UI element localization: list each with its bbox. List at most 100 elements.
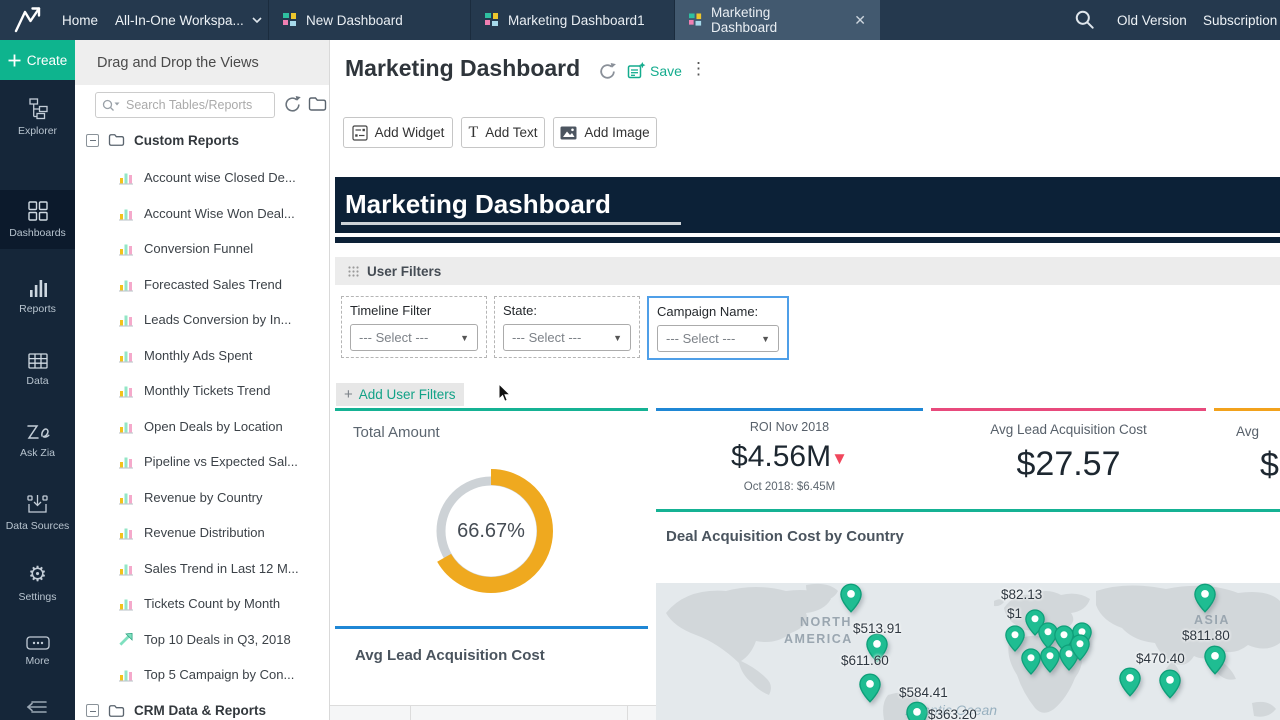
campaign-filter-select[interactable]: --- Select ---▼	[657, 325, 779, 352]
filter-timeline: Timeline Filter --- Select ---▼	[341, 296, 487, 358]
map-pin[interactable]	[1021, 648, 1041, 675]
widget-grid-strip	[330, 705, 656, 720]
tree-item-report[interactable]: Sales Trend in Last 12 M...	[75, 551, 329, 587]
kpi-previous: Oct 2018: $6.45M	[656, 481, 923, 493]
chevron-down-icon: ▼	[460, 333, 469, 343]
banner-strip	[335, 237, 1280, 243]
map-pin[interactable]	[1194, 583, 1216, 613]
roi-kpi-widget[interactable]: ROI Nov 2018 $4.56M▼ Oct 2018: $6.45M	[656, 420, 923, 493]
map-pin[interactable]	[1204, 645, 1226, 675]
collapse-sidebar-icon[interactable]	[26, 698, 48, 720]
map-pin[interactable]	[1119, 667, 1141, 697]
add-user-filters-button[interactable]: + Add User Filters	[336, 383, 464, 406]
tree-item-report[interactable]: Monthly Tickets Trend	[75, 373, 329, 409]
map-pin[interactable]	[1040, 646, 1060, 673]
bar-chart-icon	[118, 667, 134, 682]
old-version-link[interactable]: Old Version	[1117, 0, 1187, 40]
avg-lead-kpi-widget[interactable]: Avg Lead Acquisition Cost $27.57	[931, 422, 1206, 484]
widget-accent-teal	[335, 408, 648, 411]
bar-chart-icon	[118, 277, 134, 292]
map-pin[interactable]	[906, 701, 928, 720]
folder-icon	[108, 133, 125, 147]
tree-item-report[interactable]: Top 10 Deals in Q3, 2018	[75, 622, 329, 658]
tree-item-report[interactable]: Revenue by Country	[75, 480, 329, 516]
map-widget-title: Deal Acquisition Cost by Country	[666, 528, 904, 545]
tree-item-report[interactable]: Leads Conversion by In...	[75, 302, 329, 338]
dashboards-icon	[27, 200, 49, 222]
sidebar-item-reports[interactable]: Reports	[0, 278, 75, 315]
collapse-expander-icon[interactable]	[86, 704, 99, 717]
bar-chart-icon	[118, 525, 134, 540]
world-map[interactable]: NORTH AMERICA ASIA Atlantic Ocean $1	[656, 583, 1280, 720]
tree-item-report[interactable]: Top 5 Campaign by Con...	[75, 657, 329, 693]
data-sources-icon	[26, 492, 49, 515]
search-icon[interactable]	[1074, 0, 1096, 40]
bar-chart-icon	[118, 206, 134, 221]
tree-item-report[interactable]: Tickets Count by Month	[75, 586, 329, 622]
refresh-icon[interactable]	[283, 95, 302, 119]
tab-new-dashboard[interactable]: New Dashboard	[268, 0, 469, 40]
plus-icon	[8, 54, 21, 67]
sidebar-item-data[interactable]: Data	[0, 352, 75, 387]
ask-zia-icon	[25, 422, 51, 442]
tree-item-report[interactable]: Pipeline vs Expected Sal...	[75, 444, 329, 480]
bar-chart-icon	[118, 312, 134, 327]
views-tree: Custom Reports Account wise Closed De...…	[75, 128, 329, 720]
create-button[interactable]: Create	[0, 40, 75, 80]
sidebar-item-data-sources[interactable]: Data Sources	[0, 492, 75, 532]
bar-chart-icon	[118, 170, 134, 185]
nav-home[interactable]: Home	[62, 0, 98, 40]
close-tab-icon[interactable]: ✕	[854, 12, 866, 29]
tab-marketing-dashboard1[interactable]: Marketing Dashboard1	[470, 0, 673, 40]
add-text-button[interactable]: T Add Text	[461, 117, 545, 148]
tree-item-report[interactable]: Account wise Closed De...	[75, 160, 329, 196]
map-pin[interactable]	[1159, 669, 1181, 699]
subscription-link[interactable]: Subscription	[1203, 0, 1277, 40]
tree-item-report[interactable]: Conversion Funnel	[75, 231, 329, 267]
gauge-widget-title: Total Amount	[353, 424, 440, 441]
map-pin[interactable]	[859, 673, 881, 703]
refresh-dashboard-icon[interactable]	[598, 62, 617, 86]
tree-item-report[interactable]: Monthly Ads Spent	[75, 338, 329, 374]
tab-label: Marketing Dashboard1	[508, 13, 645, 28]
state-filter-select[interactable]: --- Select ---▼	[503, 324, 631, 351]
tree-item-report[interactable]: Forecasted Sales Trend	[75, 267, 329, 303]
folder-icon[interactable]	[308, 96, 327, 117]
tree-folder-custom-reports[interactable]: Custom Reports	[75, 128, 329, 152]
bar-chart-icon	[118, 419, 134, 434]
mouse-cursor	[498, 384, 512, 404]
widget-accent-blue	[656, 408, 923, 411]
workspace-selector[interactable]: All-In-One Workspa...	[115, 0, 262, 40]
save-button[interactable]: Save	[627, 62, 682, 80]
sidebar-item-settings[interactable]: ⚙ Settings	[0, 564, 75, 603]
add-image-button[interactable]: Add Image	[553, 117, 657, 148]
more-options-icon[interactable]: ⋮	[690, 59, 708, 79]
sidebar-item-explorer[interactable]: Explorer	[0, 98, 75, 137]
analytics-logo-icon[interactable]	[12, 0, 44, 40]
region-label: ASIA	[1194, 613, 1230, 627]
map-pin[interactable]	[840, 583, 862, 613]
sidebar-item-more[interactable]: More	[0, 636, 75, 667]
data-table-icon	[27, 352, 49, 370]
kpi-value: $27.57	[931, 445, 1206, 484]
sidebar-item-dashboards[interactable]: Dashboards	[0, 190, 75, 249]
tree-item-report[interactable]: Revenue Distribution	[75, 515, 329, 551]
sidebar-item-ask-zia[interactable]: Ask Zia	[0, 422, 75, 459]
map-value-label: $611.60	[841, 653, 889, 668]
widget-accent-teal	[656, 509, 1280, 512]
kpi-value: $4.56M▼	[656, 440, 923, 474]
bar-chart-icon	[118, 490, 134, 505]
map-value-label: $363.20	[928, 707, 977, 720]
collapse-expander-icon[interactable]	[86, 134, 99, 147]
tree-folder-crm-data[interactable]: CRM Data & Reports	[75, 699, 329, 720]
gauge-chart[interactable]: 66.67%	[421, 461, 561, 606]
reports-icon	[27, 278, 49, 298]
tab-marketing-dashboard[interactable]: Marketing Dashboard ✕	[674, 0, 880, 40]
tree-item-report[interactable]: Open Deals by Location	[75, 409, 329, 445]
add-widget-button[interactable]: Add Widget	[343, 117, 453, 148]
timeline-filter-select[interactable]: --- Select ---▼	[350, 324, 478, 351]
search-input[interactable]	[95, 92, 275, 118]
tree-item-report[interactable]: Account Wise Won Deal...	[75, 196, 329, 232]
user-filters-header[interactable]: User Filters	[335, 257, 1280, 285]
map-pin[interactable]	[1070, 634, 1090, 661]
